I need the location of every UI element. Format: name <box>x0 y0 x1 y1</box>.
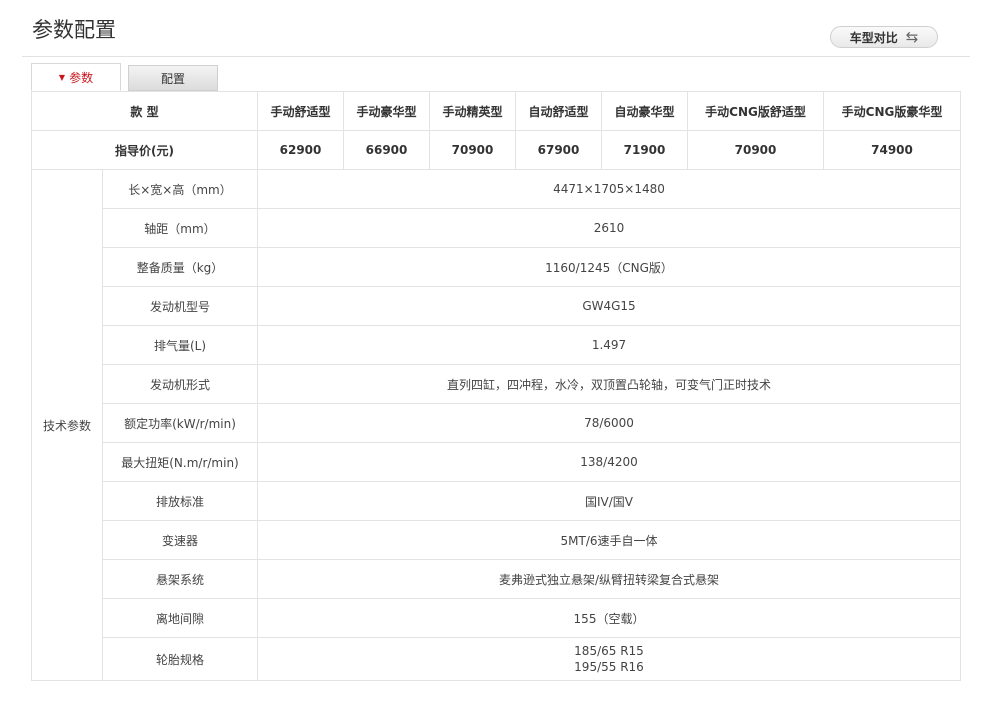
price-value: 67900 <box>515 130 602 170</box>
tab-configuration[interactable]: 配置 <box>128 65 218 91</box>
model-name: 手动舒适型 <box>257 91 344 131</box>
spec-value: 直列四缸，四冲程，水冷，双顶置凸轮轴，可变气门正时技术 <box>257 364 961 404</box>
tab-configuration-label: 配置 <box>160 71 185 86</box>
price-value: 71900 <box>601 130 688 170</box>
price-value: 74900 <box>823 130 961 170</box>
page-title: 参数配置 <box>32 18 116 42</box>
model-name: 手动CNG版豪华型 <box>823 91 961 131</box>
price-value: 70900 <box>429 130 516 170</box>
caret-down-icon: ▼ <box>58 72 66 82</box>
model-name: 自动舒适型 <box>515 91 602 131</box>
model-name: 自动豪华型 <box>601 91 688 131</box>
spec-value: 5MT/6速手自一体 <box>257 520 961 560</box>
spec-value: 155（空载） <box>257 598 961 638</box>
spec-label: 悬架系统 <box>102 559 258 599</box>
model-name: 手动CNG版舒适型 <box>687 91 824 131</box>
spec-row: 整备质量（kg） 1160/1245（CNG版） <box>32 247 961 287</box>
spec-value: 1.497 <box>257 325 961 365</box>
spec-table: 款 型 手动舒适型 手动豪华型 手动精英型 自动舒适型 自动豪华型 手动CNG版… <box>31 91 961 681</box>
compare-label: 车型对比 <box>849 30 898 45</box>
tyre-values: 185/65 R15 195/55 R16 <box>257 637 961 681</box>
swap-arrows-icon: ⇆ <box>905 28 919 46</box>
price-value: 62900 <box>257 130 344 170</box>
tyre-row: 轮胎规格 185/65 R15 195/55 R16 <box>32 637 961 681</box>
spec-row: 发动机形式 直列四缸，四冲程，水冷，双顶置凸轮轴，可变气门正时技术 <box>32 364 961 404</box>
spec-row: 排气量(L) 1.497 <box>32 325 961 365</box>
spec-page: 参数配置 车型对比 ⇆ ▼ 参数 配置 款 型 手动舒适型 手动豪华型 手动精英… <box>0 0 994 704</box>
spec-row: 轴距（mm） 2610 <box>32 208 961 248</box>
model-name: 手动豪华型 <box>343 91 430 131</box>
spec-value: 麦弗逊式独立悬架/纵臂扭转梁复合式悬架 <box>257 559 961 599</box>
spec-label: 额定功率(kW/r/min) <box>102 403 258 443</box>
spec-row: 技术参数 长×宽×高（mm） 4471×1705×1480 <box>31 169 961 681</box>
spec-label: 排气量(L) <box>102 325 258 365</box>
group-label: 技术参数 <box>31 169 103 681</box>
title-divider <box>22 56 970 57</box>
spec-label: 排放标准 <box>102 481 258 521</box>
spec-label: 发动机型号 <box>102 286 258 326</box>
spec-label: 轮胎规格 <box>102 637 258 681</box>
spec-value: 4471×1705×1480 <box>257 169 961 209</box>
model-row: 款 型 手动舒适型 手动豪华型 手动精英型 自动舒适型 自动豪华型 手动CNG版… <box>31 91 961 131</box>
price-value: 66900 <box>343 130 430 170</box>
spec-label: 长×宽×高（mm） <box>102 169 258 209</box>
spec-row: 发动机型号 GW4G15 <box>32 286 961 326</box>
spec-row: 悬架系统 麦弗逊式独立悬架/纵臂扭转梁复合式悬架 <box>32 559 961 599</box>
model-header: 款 型 <box>31 91 258 131</box>
tyre-size: 195/55 R16 <box>574 660 644 674</box>
tab-parameters-label: 参数 <box>69 70 94 85</box>
tyre-size: 185/65 R15 <box>574 644 644 658</box>
spec-value: 国IV/国V <box>257 481 961 521</box>
spec-label: 离地间隙 <box>102 598 258 638</box>
spec-label: 最大扭矩(N.m/r/min) <box>102 442 258 482</box>
price-value: 70900 <box>687 130 824 170</box>
spec-value: GW4G15 <box>257 286 961 326</box>
price-row: 指导价(元) 62900 66900 70900 67900 71900 709… <box>31 130 961 170</box>
spec-label: 发动机形式 <box>102 364 258 404</box>
spec-value: 1160/1245（CNG版） <box>257 247 961 287</box>
spec-row: 离地间隙 155（空载） <box>32 598 961 638</box>
tab-parameters[interactable]: ▼ 参数 <box>31 63 121 91</box>
model-name: 手动精英型 <box>429 91 516 131</box>
spec-row: 额定功率(kW/r/min) 78/6000 <box>32 403 961 443</box>
spec-row: 变速器 5MT/6速手自一体 <box>32 520 961 560</box>
spec-value: 2610 <box>257 208 961 248</box>
spec-value: 78/6000 <box>257 403 961 443</box>
compare-models-button[interactable]: 车型对比 ⇆ <box>830 26 938 48</box>
spec-value: 138/4200 <box>257 442 961 482</box>
spec-row: 排放标准 国IV/国V <box>32 481 961 521</box>
spec-label: 变速器 <box>102 520 258 560</box>
spec-label: 整备质量（kg） <box>102 247 258 287</box>
spec-row: 最大扭矩(N.m/r/min) 138/4200 <box>32 442 961 482</box>
spec-label: 轴距（mm） <box>102 208 258 248</box>
price-header: 指导价(元) <box>31 130 258 170</box>
